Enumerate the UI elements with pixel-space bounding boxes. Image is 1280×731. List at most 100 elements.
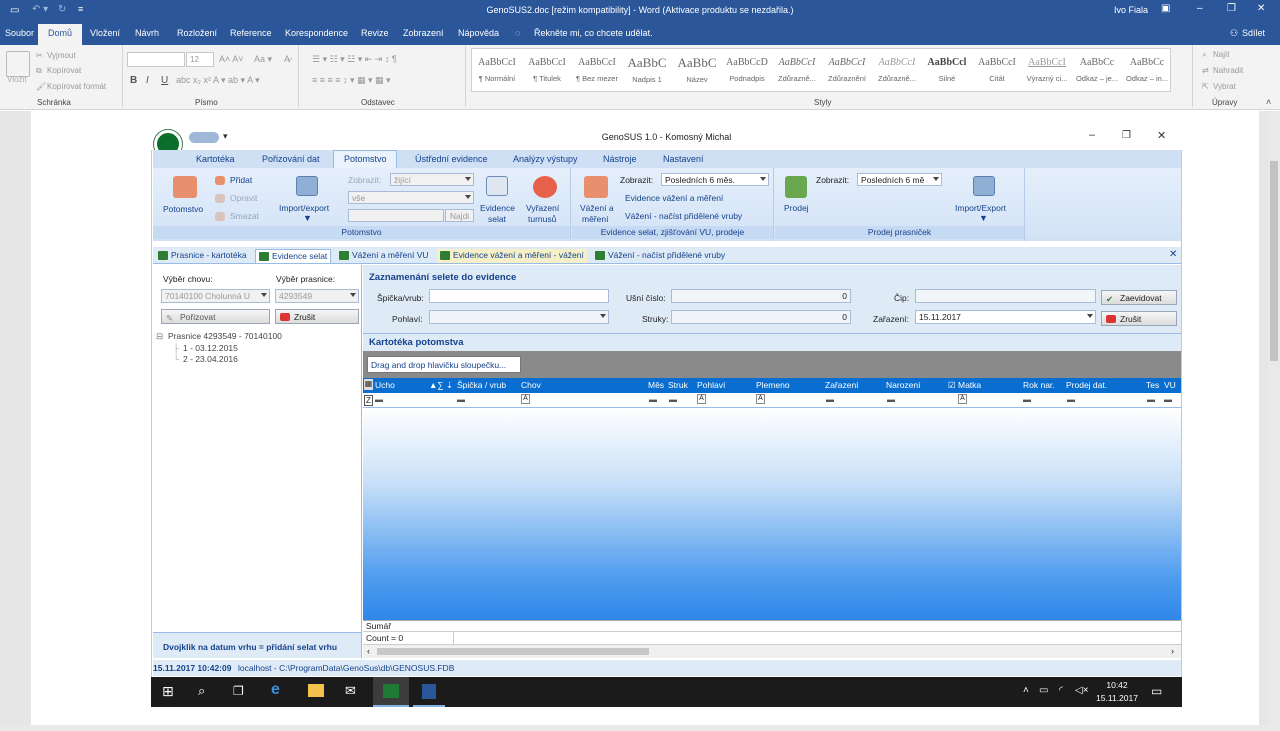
tab-ustredni-evidence[interactable]: Ústřední evidence [415, 154, 488, 164]
edit-button[interactable]: Opravit [230, 193, 257, 203]
select-button[interactable]: Vybrat [1213, 82, 1236, 91]
vertical-scrollbar[interactable] [1268, 111, 1280, 725]
find-button[interactable]: Najdi [445, 209, 474, 222]
italic-icon[interactable]: I [146, 75, 149, 86]
filter-text-icon[interactable]: A [958, 394, 967, 404]
explorer-icon[interactable] [308, 684, 324, 697]
style-podnadpis[interactable]: AaBbCcD Podnadpis [722, 53, 772, 93]
style-vyrazny-citat[interactable]: AaBbCcI Výrazný ci... [1022, 53, 1072, 93]
col-zarazeni[interactable]: Zařazení [825, 380, 859, 390]
style-zdurazneni-jemne[interactable]: AaBbCcI Zdůrazně... [772, 53, 822, 93]
col-mes[interactable]: Měs [648, 380, 664, 390]
col-rok-nar[interactable]: Rok nar. [1023, 380, 1055, 390]
col-spicka-vrub[interactable]: Špička / vrub [457, 380, 506, 390]
column-chooser-icon[interactable]: ▦ [364, 379, 373, 390]
tree-item[interactable]: 1 - 03.12.2015 [183, 343, 238, 353]
filter-text-icon[interactable]: A [521, 394, 530, 404]
tab-vlozeni[interactable]: Vložení [90, 28, 120, 38]
filter-check-icon[interactable]: ☑ [948, 380, 956, 391]
grid-filter-row[interactable]: Z ▬ ▬ A ▬ ▬ A A ▬ ▬ A ▬ ▬ ▬ ▬ [363, 393, 1181, 408]
user-name[interactable]: Ivo Fiala [1114, 5, 1148, 15]
style-nazev[interactable]: AaBbC Název [672, 53, 722, 93]
col-narozeni[interactable]: Narození [886, 380, 921, 390]
col-matka[interactable]: Matka [958, 380, 981, 390]
import-export2-button[interactable]: Import/Export [955, 203, 1006, 213]
search-icon[interactable]: ⌕ [198, 683, 205, 699]
close-doc-icon[interactable]: ✕ [1169, 249, 1177, 260]
tab-porizovani-dat[interactable]: Pořizování dat [262, 154, 320, 164]
col-tes[interactable]: Tes [1146, 380, 1159, 390]
tab-nastaveni[interactable]: Nastavení [663, 154, 704, 164]
genosus-minimize-icon[interactable]: – [1089, 129, 1095, 141]
filter-op-icon[interactable]: ▬ [649, 395, 657, 404]
zrusit-left-button[interactable]: Zrušit [275, 309, 359, 324]
tell-me-box[interactable]: Řekněte mi, co chcete udělat. [534, 28, 653, 38]
style-titulek[interactable]: AaBbCcI ¶ Titulek [522, 53, 572, 93]
align-icons[interactable]: ≡ ≡ ≡ ≡ ↕ ▾ ▦ ▾ ▦ ▾ [312, 75, 391, 86]
show2-select[interactable]: Posledních 6 měs. [661, 173, 769, 186]
vazeni-label-1[interactable]: Vážení a [580, 203, 614, 213]
font-name-box[interactable] [127, 52, 185, 67]
copy-button[interactable]: Kopírovat [47, 66, 81, 75]
windows-start-icon[interactable]: ⊞ [162, 683, 174, 700]
filter-op-icon[interactable]: ▬ [887, 395, 895, 404]
filter-op-icon[interactable]: ▬ [375, 395, 383, 404]
prasnice-select[interactable]: 4293549 [275, 289, 359, 303]
porizovat-button[interactable]: ✎ Pořizovat [161, 309, 270, 324]
col-chov[interactable]: Chov [521, 380, 541, 390]
close-icon[interactable]: ✕ [1257, 3, 1265, 14]
genosus-restore-icon[interactable]: ❐ [1122, 130, 1131, 141]
tab-analyzy-vystupy[interactable]: Analýzy výstupy [513, 154, 578, 164]
tab-reference[interactable]: Reference [230, 28, 272, 38]
paste-button[interactable]: Vložit [7, 75, 27, 84]
potomstvo-button[interactable]: Potomstvo [163, 204, 203, 214]
import-export-dropdown-icon[interactable]: ▼ [303, 213, 312, 223]
col-pohlavi[interactable]: Pohlaví [697, 380, 725, 390]
genosus-close-icon[interactable]: ✕ [1157, 129, 1166, 142]
show3-select[interactable]: Posledních 6 mě [857, 173, 942, 186]
genosus-taskbar-item[interactable] [373, 677, 409, 707]
style-silne[interactable]: AaBbCcl Silné [922, 53, 972, 93]
scroll-thumb[interactable] [377, 648, 649, 655]
maximize-icon[interactable]: ❐ [1227, 3, 1236, 14]
doctab-prasnice-kartoteka[interactable]: Prasnice - kartotéka [155, 249, 250, 263]
find-button[interactable]: Najít [1213, 50, 1229, 59]
replace-button[interactable]: Nahradit [1213, 66, 1243, 75]
cut-button[interactable]: Vyjmout [47, 51, 76, 60]
col-plemeno[interactable]: Plemeno [756, 380, 790, 390]
tree-expand-icon[interactable]: ⊟ [156, 331, 163, 342]
filter-op-icon[interactable]: ▬ [1147, 395, 1155, 404]
ribbon-display-icon[interactable]: ▣ [1161, 3, 1170, 14]
col-ucho[interactable]: Ucho [375, 380, 395, 390]
col-vu[interactable]: VU [1164, 380, 1176, 390]
add-button[interactable]: Přidat [230, 175, 252, 185]
collapse-ribbon-icon[interactable]: ˄ [1266, 97, 1271, 107]
col-prodej-dat[interactable]: Prodej dat. [1066, 380, 1107, 390]
zaevidovat-button[interactable]: ✔ Zaevidovat [1101, 290, 1177, 305]
style-bez-mezer[interactable]: AaBbCcI ¶ Bez mezer [572, 53, 622, 93]
change-case-icon[interactable]: Aa ▾ [254, 54, 272, 65]
filter-text-icon[interactable]: A [697, 394, 706, 404]
usni-input[interactable]: 0 [671, 289, 851, 303]
evid-vazeni-button[interactable]: Evidence vážení a měření [625, 193, 723, 203]
font-size-box[interactable]: 12 [186, 52, 214, 67]
tree-item[interactable]: 2 - 23.04.2016 [183, 354, 238, 364]
struky-input[interactable]: 0 [671, 310, 851, 324]
doctab-vazeni-nacist[interactable]: Vážení - načíst přidělené vruby [592, 249, 728, 263]
clear-format-icon[interactable]: A̷ [284, 54, 290, 64]
delete-button[interactable]: Smazat [230, 211, 259, 221]
bold-icon[interactable]: B [130, 75, 137, 86]
style-nadpis-1[interactable]: AaBbC Nadpis 1 [622, 53, 672, 93]
prodej-button[interactable]: Prodej [784, 203, 809, 213]
col-struk[interactable]: Struk [668, 380, 688, 390]
vazeni-label-2[interactable]: měření [582, 214, 608, 224]
pohlavi-select[interactable] [429, 310, 609, 324]
format-painter-button[interactable]: Kopírovat formát [47, 82, 106, 91]
filter-text-icon[interactable]: A [756, 394, 765, 404]
style-odkaz-intenzivni[interactable]: AaBbCc Odkaz – in... [1122, 53, 1172, 93]
notification-icon[interactable]: ▭ [1151, 684, 1162, 698]
clock-date[interactable]: 15.11.2017 [1095, 693, 1139, 703]
minimize-icon[interactable]: – [1197, 3, 1203, 14]
task-view-icon[interactable]: ❐ [233, 684, 244, 698]
tray-expand-icon[interactable]: ˄ [1023, 685, 1029, 696]
